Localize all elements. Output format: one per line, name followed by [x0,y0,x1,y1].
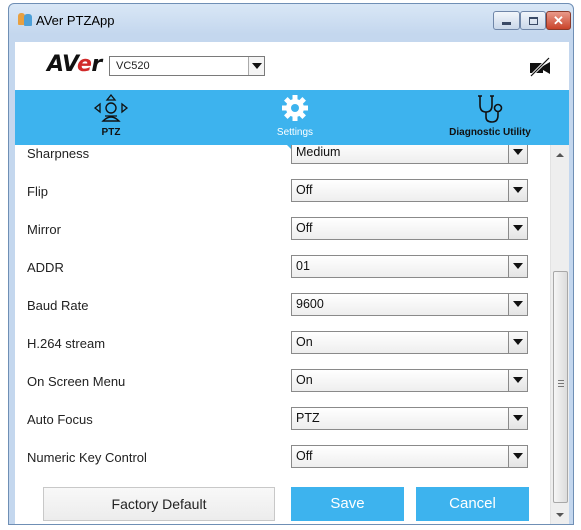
save-button[interactable]: Save [291,487,404,521]
chevron-down-icon[interactable] [508,294,527,315]
chevron-down-icon[interactable] [508,256,527,277]
app-header: AVer VC520 [15,42,569,90]
scroll-up-arrow-icon[interactable] [551,147,569,164]
chevron-down-icon[interactable] [248,57,264,75]
chevron-down-icon[interactable] [508,408,527,429]
setting-label: On Screen Menu [27,374,126,389]
setting-label: Flip [27,184,48,199]
maximize-button[interactable] [520,11,546,30]
camera-disabled-icon[interactable] [528,57,552,77]
select-value: Off [296,183,313,197]
select-value: Off [296,221,313,235]
setting-label: Auto Focus [27,412,93,427]
numeric-key-control-select[interactable]: Off [291,445,528,468]
device-select-value: VC520 [116,60,150,72]
setting-row-auto-focus: Auto Focus PTZ [15,401,549,439]
device-select[interactable]: VC520 [109,56,265,76]
setting-label: ADDR [27,260,64,275]
chevron-down-icon[interactable] [508,446,527,467]
select-value: 9600 [296,297,324,311]
tab-settings-label: Settings [276,127,314,138]
setting-row-mirror: Mirror Off [15,211,549,249]
tab-ptz[interactable]: PTZ [79,90,143,145]
tab-diagnostic-utility-label: Diagnostic Utility [449,127,531,138]
setting-row-on-screen-menu: On Screen Menu On [15,363,549,401]
select-value: Off [296,449,313,463]
factory-default-button[interactable]: Factory Default [43,487,275,521]
mirror-select[interactable]: Off [291,217,528,240]
chevron-down-icon[interactable] [508,370,527,391]
setting-label: Mirror [27,222,61,237]
settings-list: Sharpness Medium Flip Off Mirror Off ADD… [15,145,549,524]
setting-label: Numeric Key Control [27,450,147,465]
select-value: On [296,373,313,387]
tab-diagnostic-utility[interactable]: Diagnostic Utility [429,90,551,145]
select-value: Medium [296,145,341,159]
maximize-icon [528,16,538,25]
cancel-button[interactable]: Cancel [416,487,529,521]
chevron-down-icon[interactable] [508,180,527,201]
minimize-icon [502,22,511,25]
settings-scrollbar[interactable] [550,145,569,524]
baud-rate-select[interactable]: 9600 [291,293,528,316]
window-title: AVer PTZApp [36,13,115,28]
setting-label: Sharpness [27,146,90,161]
setting-row-flip: Flip Off [15,173,549,211]
app-icon [18,12,34,28]
scrollbar-thumb[interactable] [553,271,568,503]
sharpness-select[interactable]: Medium [291,145,528,164]
setting-row-numeric-key-control: Numeric Key Control Off [15,439,549,477]
aver-logo: AVer [47,52,102,77]
h264-stream-select[interactable]: On [291,331,528,354]
select-value: On [296,335,313,349]
auto-focus-select[interactable]: PTZ [291,407,528,430]
setting-label: H.264 stream [27,336,106,351]
minimize-button[interactable] [493,11,520,30]
title-bar[interactable]: AVer PTZApp ✕ [9,4,573,42]
setting-row-baud-rate: Baud Rate 9600 [15,287,549,325]
setting-row-addr: ADDR 01 [15,249,549,287]
scroll-down-arrow-icon[interactable] [551,507,569,524]
stethoscope-icon [478,95,503,123]
app-content: AVer VC520 PTZ Settings Diagnostic Utili… [15,42,569,524]
nav-bar: PTZ Settings Diagnostic Utility [15,90,569,145]
close-button[interactable]: ✕ [546,11,571,30]
app-window: AVer PTZApp ✕ AVer VC520 PTZ Settings Di… [8,3,574,525]
setting-label: Baud Rate [27,298,89,313]
ptz-joystick-icon [93,93,129,122]
select-value: PTZ [296,411,320,425]
chevron-down-icon[interactable] [508,145,527,163]
setting-row-sharpness: Sharpness Medium [15,145,549,173]
chevron-down-icon[interactable] [508,218,527,239]
tab-settings[interactable]: Settings [260,90,330,145]
close-icon: ✕ [553,13,564,28]
flip-select[interactable]: Off [291,179,528,202]
grip-icon [558,380,564,387]
addr-select[interactable]: 01 [291,255,528,278]
select-value: 01 [296,259,310,273]
setting-row-h264-stream: H.264 stream On [15,325,549,363]
chevron-down-icon[interactable] [508,332,527,353]
on-screen-menu-select[interactable]: On [291,369,528,392]
tab-ptz-label: PTZ [101,127,121,138]
gear-icon [282,95,308,121]
